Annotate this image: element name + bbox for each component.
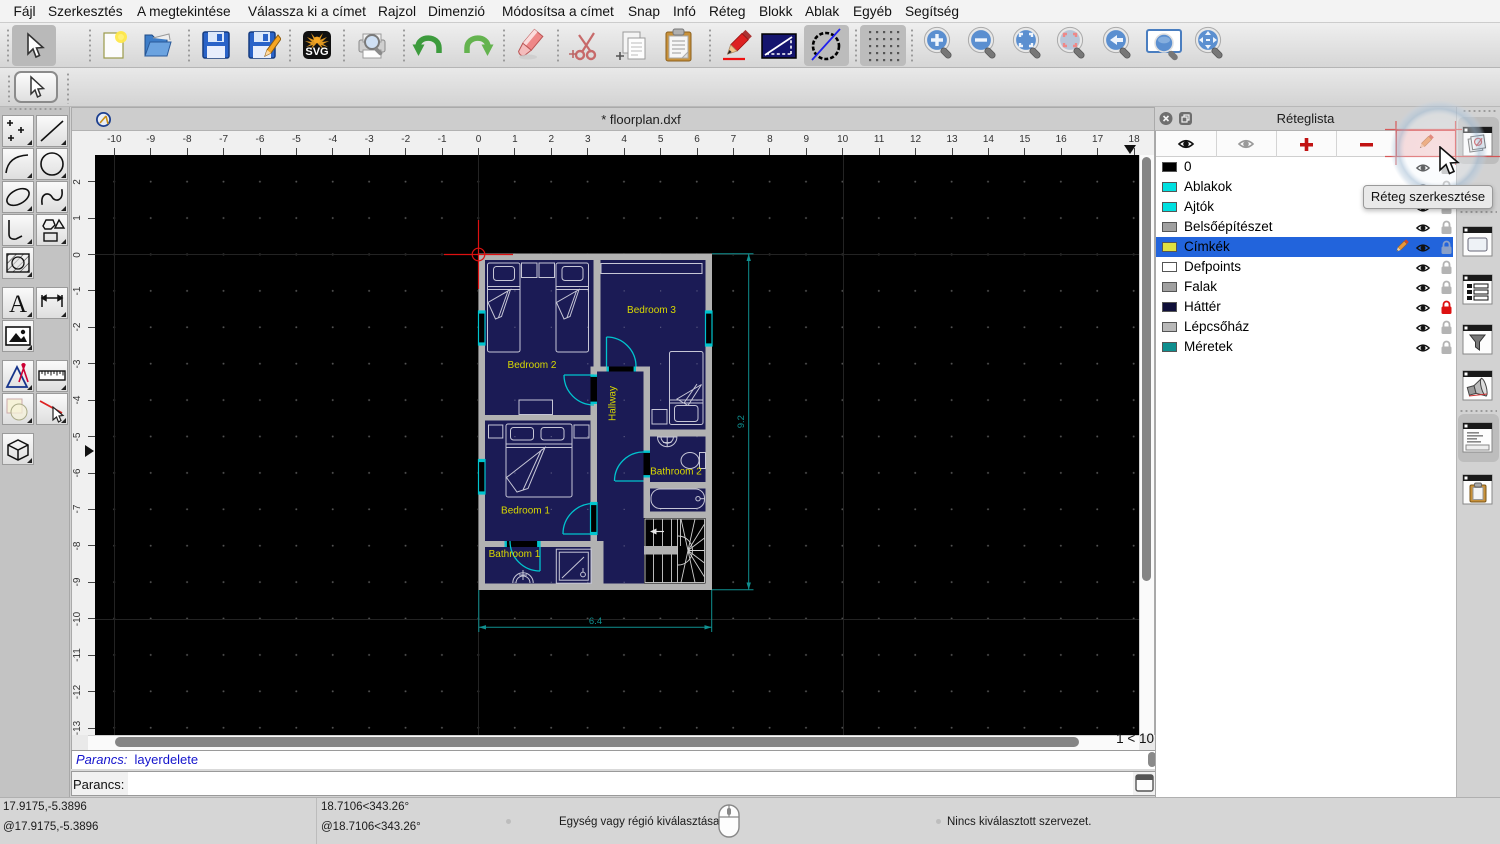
svg-text:9.2: 9.2 (736, 415, 747, 428)
svg-text:Bathroom 2: Bathroom 2 (650, 467, 702, 478)
svg-text:Bedroom 1: Bedroom 1 (501, 506, 550, 517)
svg-text:SVG: SVG (305, 46, 328, 58)
svg-text:Bathroom 1: Bathroom 1 (489, 549, 541, 560)
svg-text:Bedroom 3: Bedroom 3 (627, 305, 676, 316)
svg-text:Hallway: Hallway (608, 386, 619, 421)
svg-text:A: A (9, 291, 27, 318)
svg-text:Bedroom 2: Bedroom 2 (508, 360, 557, 371)
svg-text:6.4: 6.4 (589, 616, 602, 627)
